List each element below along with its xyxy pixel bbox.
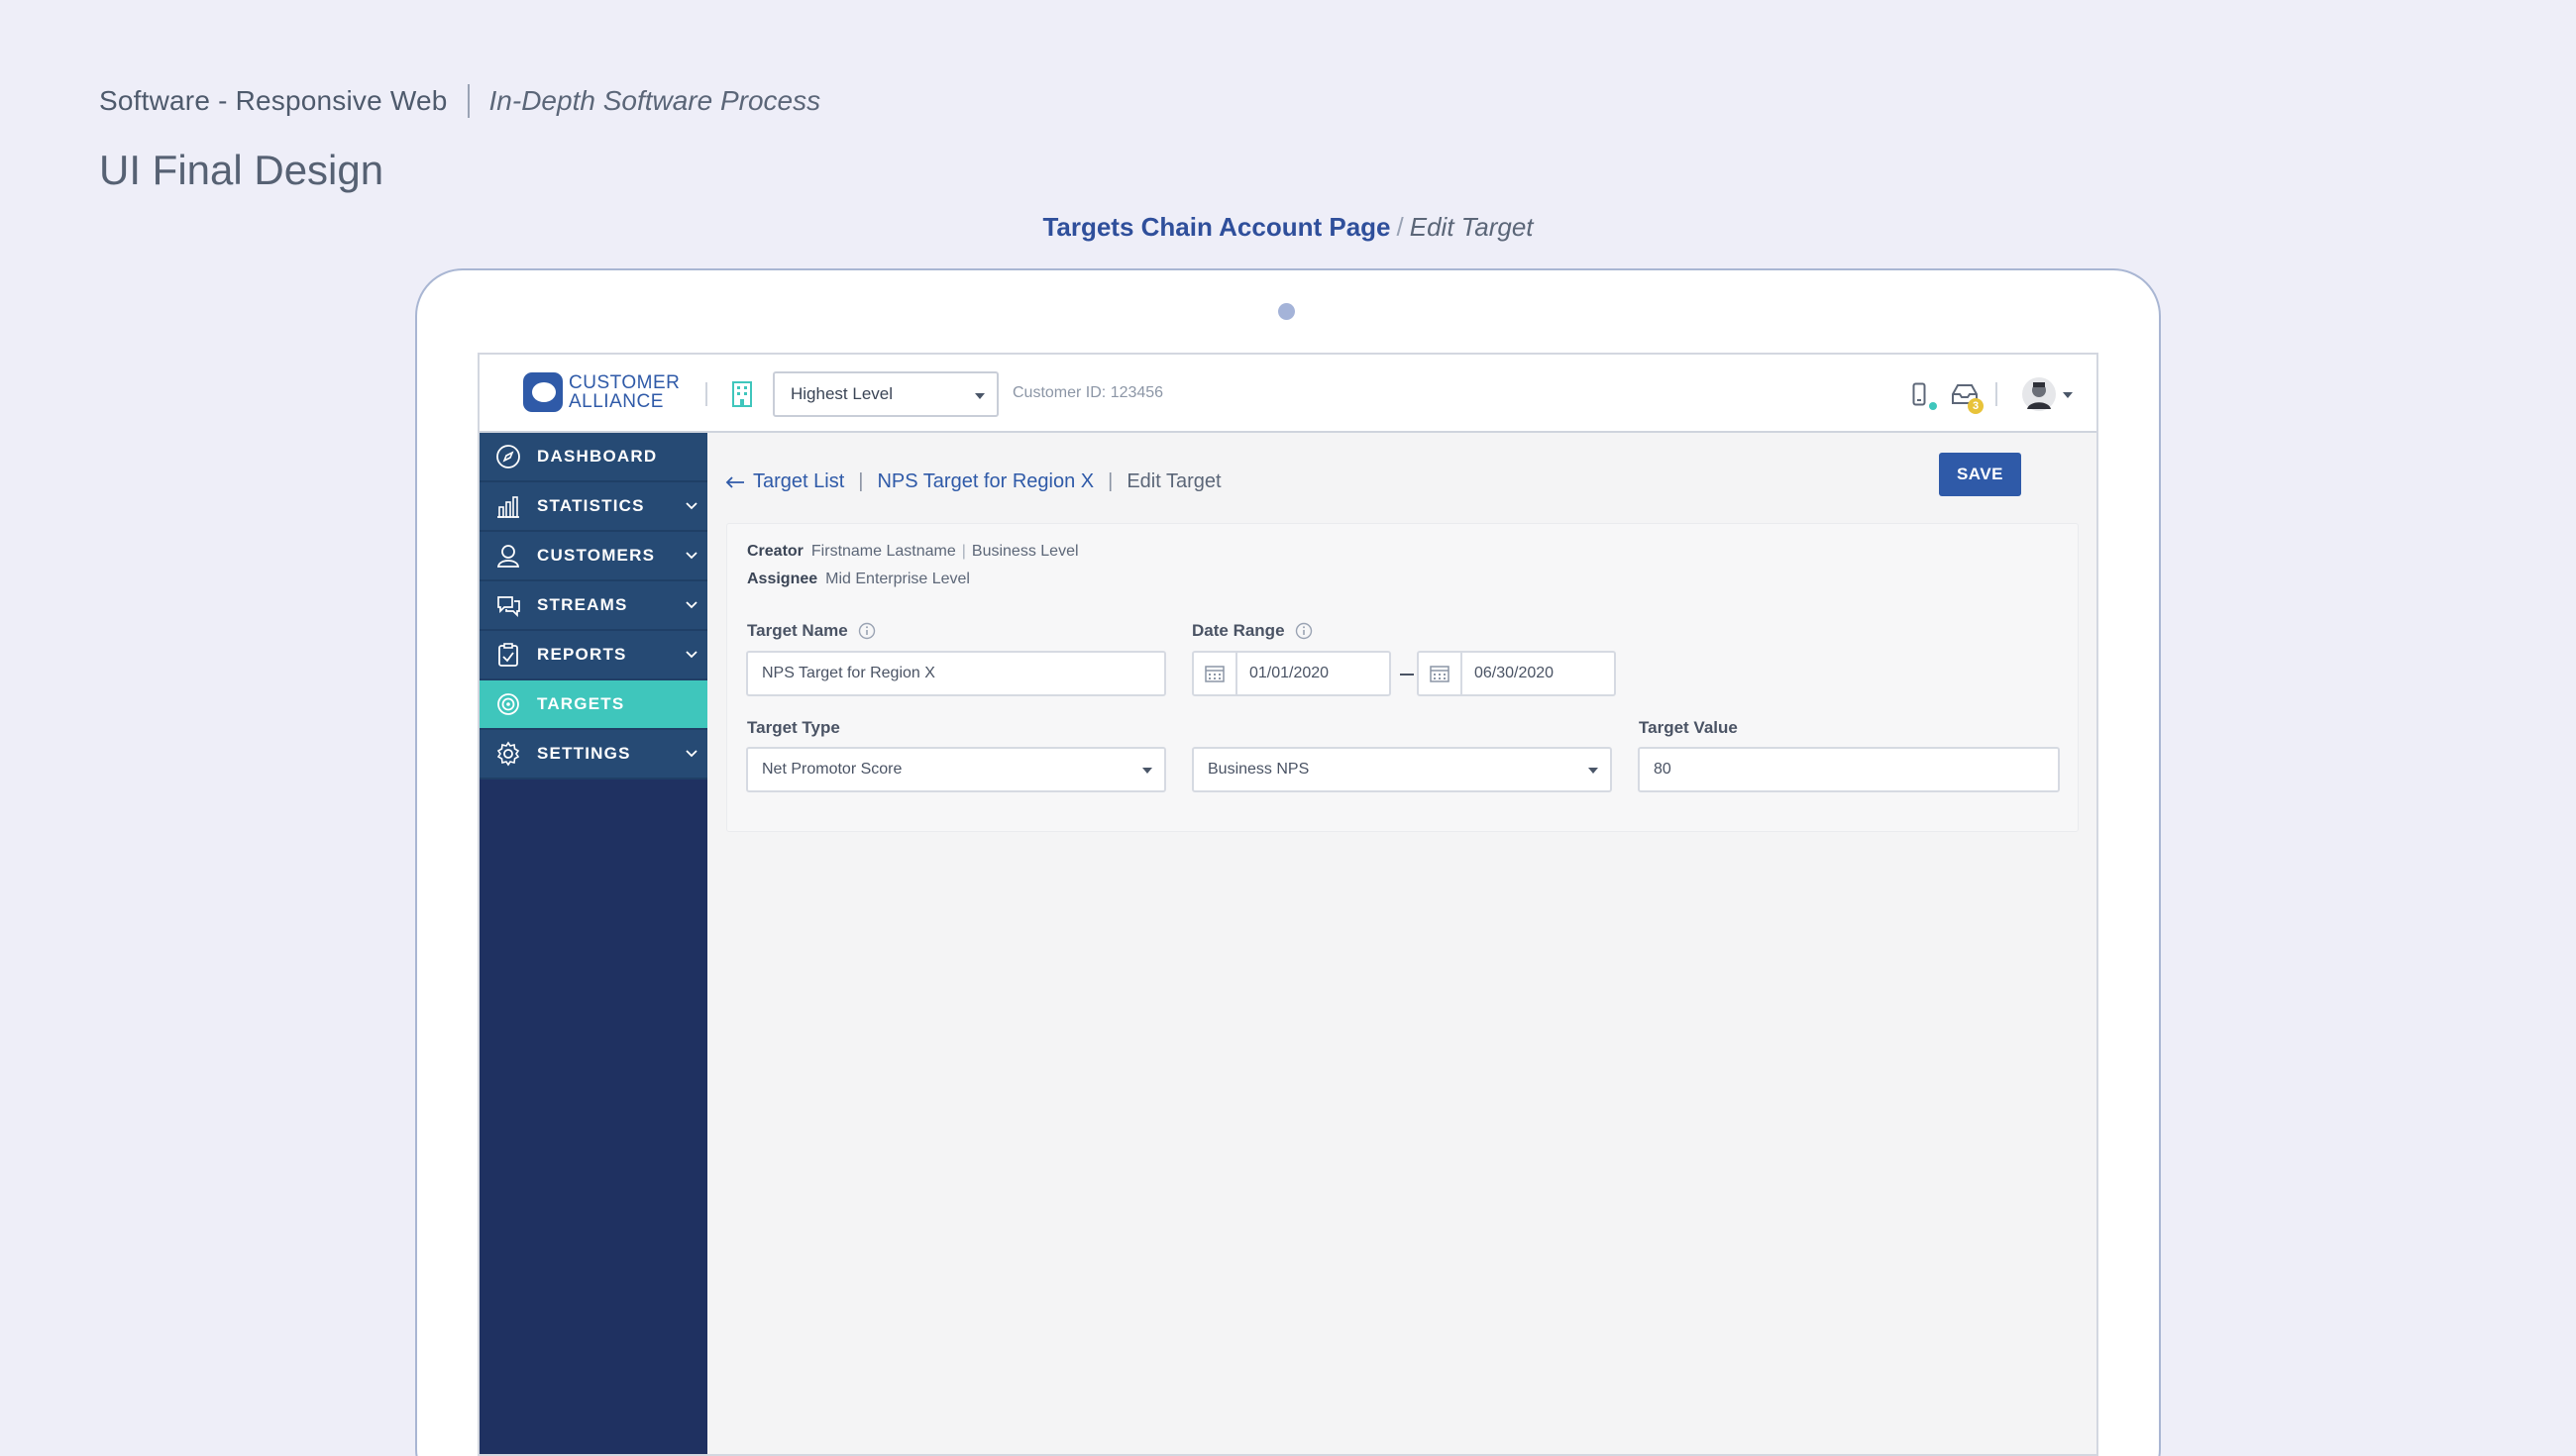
sidebar: DASHBOARD STATISTICS CUSTOMERS STREAMS R…	[480, 433, 707, 1454]
date-start-value: 01/01/2020	[1249, 665, 1330, 681]
target-value-value: 80	[1654, 761, 1671, 778]
top-bar: CUSTOMER ALLIANCE Highest Level Customer…	[480, 355, 2096, 433]
date-end-field[interactable]: 06/30/2020	[1417, 651, 1616, 696]
target-subtype-select[interactable]: Business NPS	[1192, 747, 1612, 792]
presentation-header: Software - Responsive Web In-Depth Softw…	[99, 81, 820, 121]
logo[interactable]: CUSTOMER ALLIANCE	[523, 372, 680, 412]
sidebar-item-label: CUSTOMERS	[537, 546, 656, 565]
caret-down-icon	[1142, 768, 1152, 774]
mobile-icon[interactable]	[1912, 382, 1926, 406]
breadcrumb-separator: |	[1108, 470, 1114, 492]
status-dot	[1929, 402, 1937, 410]
caption-slash: /	[1396, 212, 1404, 242]
date-start-field[interactable]: 01/01/2020	[1192, 651, 1391, 696]
breadcrumb-target-item[interactable]: NPS Target for Region X	[877, 470, 1094, 493]
chevron-down-icon[interactable]	[2063, 392, 2073, 398]
date-range-dash	[1400, 674, 1414, 676]
camera-dot	[1278, 303, 1295, 320]
sidebar-item-streams[interactable]: STREAMS	[480, 581, 707, 631]
assignee-row: Assignee Mid Enterprise Level	[747, 571, 970, 588]
presentation-title: Software - Responsive Web	[99, 85, 448, 116]
bar-chart-icon	[497, 496, 519, 518]
sidebar-item-targets[interactable]: TARGETS	[480, 680, 707, 730]
creator-level: Business Level	[971, 543, 1079, 560]
customer-id: Customer ID: 123456	[1013, 384, 1164, 401]
target-name-label-text: Target Name	[747, 621, 848, 640]
date-range-label-text: Date Range	[1192, 621, 1285, 640]
chevron-down-icon	[686, 750, 698, 758]
compass-icon	[496, 445, 520, 468]
arrow-left-icon[interactable]	[725, 475, 745, 489]
user-avatar[interactable]	[2021, 376, 2057, 412]
info-icon[interactable]	[1295, 622, 1313, 640]
sidebar-item-label: STREAMS	[537, 595, 628, 614]
page-caption: Targets Chain Account Page / Edit Target	[0, 212, 2576, 243]
target-subtype-value: Business NPS	[1208, 761, 1310, 778]
sidebar-item-reports[interactable]: REPORTS	[480, 631, 707, 680]
topbar-divider	[705, 382, 707, 406]
creator-name: Firstname Lastname	[810, 543, 956, 560]
target-name-input[interactable]: NPS Target for Region X	[746, 651, 1166, 696]
calendar-icon[interactable]	[1194, 653, 1237, 694]
chevron-down-icon	[686, 601, 698, 609]
presentation-subtitle: In-Depth Software Process	[488, 85, 821, 116]
breadcrumb-target-list[interactable]: Target List	[753, 470, 844, 493]
target-name-value: NPS Target for Region X	[762, 665, 935, 681]
level-select-value: Highest Level	[791, 384, 894, 403]
level-select[interactable]: Highest Level	[773, 371, 999, 417]
caption-page-name: Targets Chain Account Page	[1042, 212, 1391, 242]
edit-target-card: Creator Firstname Lastname | Business Level…	[726, 523, 2079, 832]
target-value-label: Target Value	[1639, 718, 1738, 737]
chat-bubbles-icon	[497, 596, 520, 618]
target-type-label: Target Type	[747, 718, 840, 737]
sidebar-item-label: DASHBOARD	[537, 447, 658, 466]
target-type-value: Net Promotor Score	[762, 761, 903, 778]
sidebar-item-settings[interactable]: SETTINGS	[480, 730, 707, 780]
target-icon	[497, 693, 519, 715]
assignee-label: Assignee	[747, 571, 818, 587]
divider: |	[961, 543, 966, 560]
sidebar-item-label: STATISTICS	[537, 496, 645, 515]
assignee-value: Mid Enterprise Level	[825, 571, 970, 587]
presentation-heading: UI Final Design	[99, 147, 384, 193]
breadcrumb-current: Edit Target	[1127, 470, 1222, 492]
target-type-select[interactable]: Net Promotor Score	[746, 747, 1166, 792]
user-icon	[496, 545, 520, 568]
date-end-value: 06/30/2020	[1474, 665, 1555, 681]
divider	[467, 84, 470, 118]
date-range-label: Date Range	[1192, 621, 1313, 641]
topbar-divider	[1995, 382, 1997, 406]
target-name-label: Target Name	[747, 621, 876, 641]
breadcrumb: Target List | NPS Target for Region X | …	[725, 470, 1222, 493]
save-button[interactable]: SAVE	[1939, 453, 2021, 496]
caret-down-icon	[1588, 768, 1598, 774]
breadcrumb-separator: |	[858, 470, 864, 492]
notification-badge: 3	[1968, 398, 1984, 414]
clipboard-icon	[498, 643, 518, 667]
chevron-down-icon	[686, 651, 698, 659]
calendar-icon[interactable]	[1419, 653, 1462, 694]
main-content: Target List | NPS Target for Region X | …	[707, 433, 2096, 1454]
sidebar-item-statistics[interactable]: STATISTICS	[480, 482, 707, 532]
logo-text: CUSTOMER ALLIANCE	[569, 373, 680, 411]
gear-icon	[496, 741, 520, 767]
chevron-down-icon	[686, 502, 698, 510]
info-icon[interactable]	[858, 622, 876, 640]
target-value-input[interactable]: 80	[1638, 747, 2060, 792]
creator-row: Creator Firstname Lastname | Business Level	[747, 543, 1079, 561]
chevron-down-icon	[686, 552, 698, 560]
creator-label: Creator	[747, 543, 804, 560]
building-icon	[732, 381, 752, 407]
caret-down-icon	[975, 393, 985, 399]
sidebar-item-label: SETTINGS	[537, 744, 631, 763]
app-screen: CUSTOMER ALLIANCE Highest Level Customer…	[478, 353, 2098, 1456]
sidebar-item-dashboard[interactable]: DASHBOARD	[480, 433, 707, 482]
logo-line-1: CUSTOMER	[569, 372, 681, 393]
sidebar-item-label: REPORTS	[537, 645, 627, 664]
caption-page-subname: Edit Target	[1409, 212, 1534, 242]
logo-line-2: ALLIANCE	[569, 391, 664, 412]
logo-mark-icon	[523, 372, 563, 412]
sidebar-item-label: TARGETS	[537, 694, 625, 713]
sidebar-item-customers[interactable]: CUSTOMERS	[480, 532, 707, 581]
